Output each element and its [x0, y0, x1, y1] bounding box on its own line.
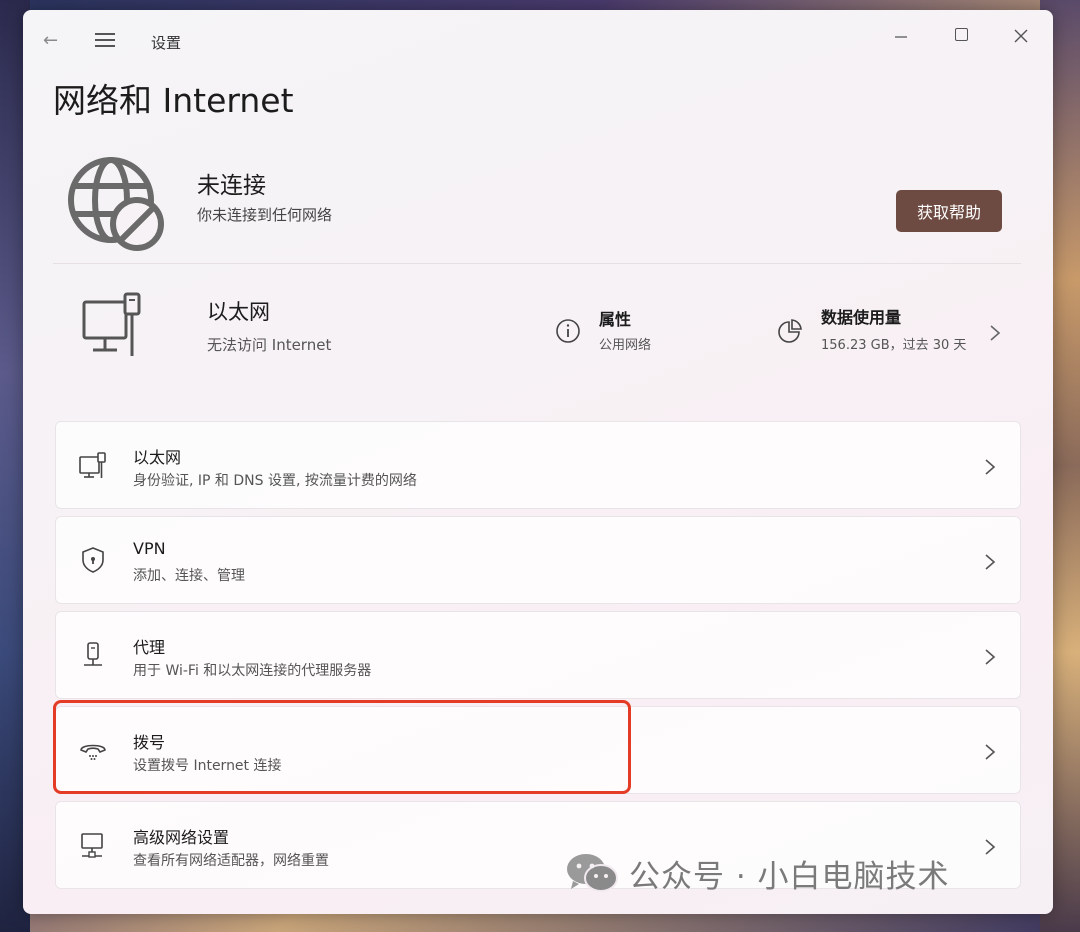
minimize-button[interactable] — [881, 22, 921, 52]
shield-icon — [82, 547, 104, 573]
window-title: 设置 — [151, 34, 182, 52]
settings-window: ← 设置 网络和 Internet 未连接 你未连接到任何网络 获取帮助 以太网… — [23, 10, 1053, 914]
card-subtitle: 添加、连接、管理 — [133, 568, 245, 584]
get-help-button[interactable]: 获取帮助 — [896, 190, 1002, 232]
data-usage-subtitle: 156.23 GB，过去 30 天 — [821, 338, 967, 353]
properties-subtitle: 公用网络 — [599, 338, 652, 353]
globe-disconnected-icon — [68, 157, 164, 251]
ethernet-icon — [82, 292, 141, 356]
card-subtitle: 查看所有网络适配器，网络重置 — [133, 853, 329, 869]
highlight-box — [53, 700, 631, 794]
ethernet-subtitle: 无法访问 Internet — [207, 336, 332, 354]
info-icon[interactable] — [555, 318, 581, 344]
chevron-right-icon — [985, 744, 996, 760]
section-divider — [53, 263, 1021, 264]
card-subtitle: 身份验证, IP 和 DNS 设置, 按流量计费的网络 — [133, 473, 417, 489]
properties-title[interactable]: 属性 — [599, 306, 631, 330]
back-arrow-icon[interactable]: ← — [43, 30, 65, 52]
page-title: 网络和 Internet — [53, 81, 294, 120]
chevron-right-icon — [985, 459, 996, 475]
card-title: 代理 — [133, 638, 166, 657]
network-computer-icon — [81, 833, 103, 858]
card-ethernet[interactable]: 以太网 身份验证, IP 和 DNS 设置, 按流量计费的网络 — [55, 421, 1021, 509]
card-subtitle: 用于 Wi-Fi 和以太网连接的代理服务器 — [133, 663, 372, 679]
wechat-icon — [567, 854, 618, 892]
card-title: VPN — [133, 539, 166, 558]
chevron-right-icon — [985, 554, 996, 570]
watermark: 公众号 · 小白电脑技术 — [565, 848, 950, 898]
card-title: 以太网 — [133, 448, 182, 467]
minimize-icon — [895, 36, 907, 38]
status-title: 未连接 — [197, 173, 266, 199]
watermark-text: 公众号 · 小白电脑技术 — [629, 858, 950, 895]
close-button[interactable] — [1001, 22, 1041, 52]
status-subtitle: 你未连接到任何网络 — [197, 206, 333, 224]
data-usage-title[interactable]: 数据使用量 — [821, 304, 901, 328]
card-title: 高级网络设置 — [133, 828, 230, 847]
chevron-right-icon — [985, 839, 996, 855]
pie-chart-icon[interactable] — [777, 318, 803, 344]
card-vpn[interactable]: VPN 添加、连接、管理 — [55, 516, 1021, 604]
hamburger-menu-icon[interactable] — [95, 30, 117, 52]
connection-status: 未连接 你未连接到任何网络 获取帮助 — [53, 150, 1033, 260]
ethernet-icon — [79, 452, 106, 478]
maximize-icon — [954, 28, 968, 41]
ethernet-summary: 以太网 无法访问 Internet 属性 公用网络 数据使用量 156.23 G… — [53, 272, 1033, 382]
card-proxy[interactable]: 代理 用于 Wi-Fi 和以太网连接的代理服务器 — [55, 611, 1021, 699]
proxy-icon — [84, 642, 102, 666]
maximize-button[interactable] — [941, 22, 981, 52]
ethernet-title: 以太网 — [207, 300, 270, 324]
chevron-right-icon[interactable] — [989, 324, 1001, 342]
title-bar: ← 设置 — [23, 10, 1053, 70]
close-icon — [1014, 29, 1028, 43]
chevron-right-icon — [985, 649, 996, 665]
